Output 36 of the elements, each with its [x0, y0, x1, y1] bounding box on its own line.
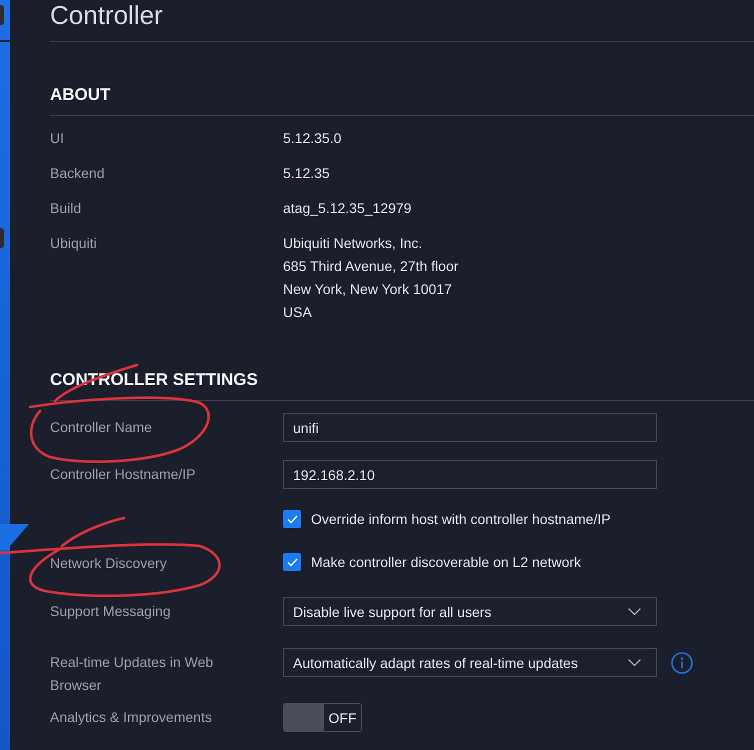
chevron-down-icon	[628, 659, 641, 666]
setting-label: Support Messaging	[50, 602, 171, 621]
setting-label: Controller Name	[50, 418, 152, 437]
setting-label: Analytics & Improvements	[50, 708, 212, 727]
info-value: Ubiquiti Networks, Inc.	[283, 234, 422, 253]
checkbox-label: Make controller discoverable on L2 network	[311, 553, 582, 572]
check-icon	[286, 558, 298, 566]
info-label: Build	[50, 199, 82, 218]
setting-label: Network Discovery	[50, 554, 167, 573]
checkbox[interactable]	[283, 553, 301, 571]
sidebar-nub-icon	[0, 228, 4, 248]
info-label: UI	[50, 129, 64, 148]
setting-label: Real-time Updates in Web Browser	[50, 653, 214, 695]
info-icon[interactable]	[671, 652, 693, 674]
info-value: USA	[283, 303, 312, 322]
toggle-switch[interactable]: OFF	[283, 703, 362, 732]
dropdown[interactable]: Disable live support for all users	[283, 597, 657, 626]
info-label: Ubiquiti	[50, 234, 97, 253]
setting-label: Controller Hostname/IP	[50, 465, 196, 484]
info-value: New York, New York 10017	[283, 280, 452, 299]
checkbox[interactable]	[283, 510, 301, 528]
info-label: Backend	[50, 164, 104, 183]
chevron-down-icon	[628, 608, 641, 615]
dropdown[interactable]: Automatically adapt rates of real-time updates	[283, 648, 657, 677]
text-field[interactable]: unifi	[283, 413, 657, 442]
page-title: Controller	[50, 0, 163, 30]
info-value: 685 Third Avenue, 27th floor	[283, 257, 458, 276]
info-value: 5.12.35.0	[283, 129, 342, 148]
info-value: atag_5.12.35_12979	[283, 199, 412, 218]
checkbox-label: Override inform host with controller hostname/IP	[311, 510, 611, 529]
sidebar-pointer-icon	[0, 524, 30, 550]
text-field[interactable]: 192.168.2.10	[283, 460, 657, 489]
sidebar-nub-icon	[0, 5, 4, 25]
section-heading: ABOUT	[50, 85, 110, 105]
info-value: 5.12.35	[283, 164, 330, 183]
check-icon	[286, 514, 298, 524]
